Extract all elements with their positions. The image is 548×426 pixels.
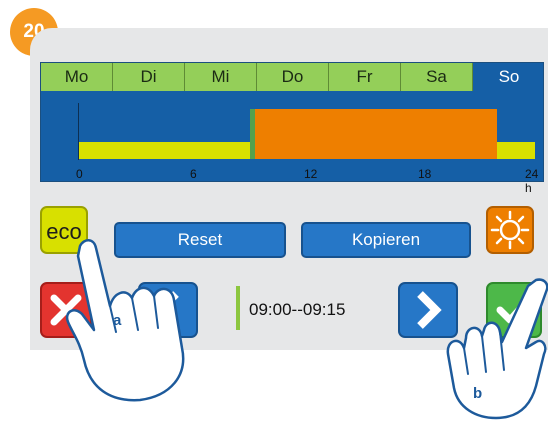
timeline-segment-eco <box>497 142 535 159</box>
hand-b-label: b <box>473 385 483 402</box>
timeline-tick-label: 12 <box>304 167 318 181</box>
timeline-tick-label: 6 <box>190 167 197 181</box>
pointing-hand-b <box>446 278 548 420</box>
timeline-tick-label: 18 <box>418 167 432 181</box>
timeline-tick-label: 0 <box>76 167 83 181</box>
day-tab-so[interactable]: So <box>473 63 545 91</box>
day-tab-fr[interactable]: Fr <box>329 63 401 91</box>
timeline-segment-eco <box>79 142 250 159</box>
schedule-display: Mo Di Mi Do Fr Sa So 0 6 12 18 24 h <box>40 62 545 195</box>
day-tab-di[interactable]: Di <box>113 63 185 91</box>
pointing-hand-a <box>65 239 185 402</box>
timeline-tick-label: 24 h <box>525 167 539 195</box>
day-tab-sa[interactable]: Sa <box>401 63 473 91</box>
sun-icon <box>490 210 530 250</box>
copy-button[interactable]: Kopieren <box>301 222 471 258</box>
day-tab-do[interactable]: Do <box>257 63 329 91</box>
timeline-segment-comfort <box>254 109 497 159</box>
comfort-button[interactable] <box>486 206 534 254</box>
selected-time-range: 09:00--09:15 <box>249 300 346 319</box>
time-indicator <box>236 286 240 330</box>
day-tab-mo[interactable]: Mo <box>41 63 113 91</box>
day-tab-mi[interactable]: Mi <box>185 63 257 91</box>
hand-a-label: a <box>113 312 122 329</box>
